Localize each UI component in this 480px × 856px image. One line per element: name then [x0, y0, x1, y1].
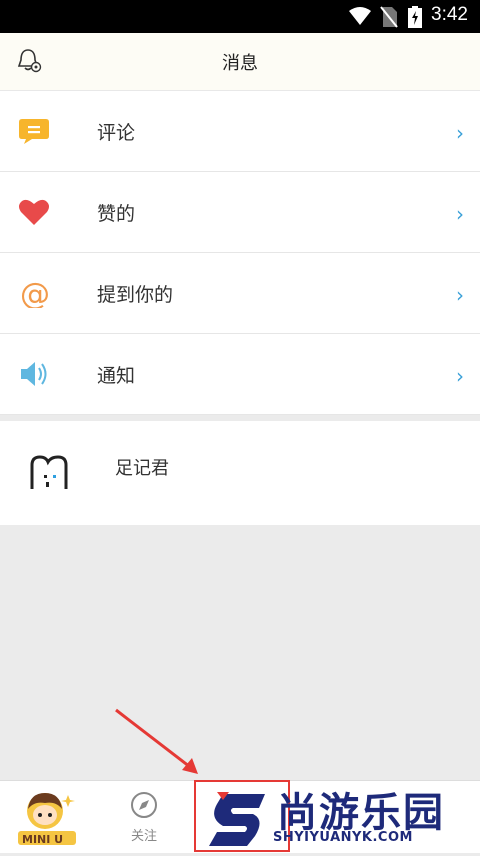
no-sim-icon — [380, 6, 398, 28]
system-account-name: 足记君 — [115, 458, 169, 479]
chevron-right-icon: › — [456, 121, 464, 145]
menu-item-comments[interactable]: 评论 › — [0, 91, 480, 172]
mini-u-label: MINI U — [22, 833, 64, 846]
svg-text:@: @ — [20, 278, 50, 308]
menu-item-label: 赞的 — [97, 203, 136, 225]
watermark-logo — [209, 792, 265, 846]
tab-follow-label: 关注 — [130, 829, 157, 844]
status-time: 3:42 — [431, 4, 468, 25]
system-account-row[interactable]: 足记君 — [0, 421, 480, 525]
chevron-right-icon: › — [456, 364, 464, 388]
speaker-icon — [18, 359, 50, 389]
status-bar: 3:42 — [0, 0, 480, 33]
menu-item-label: 通知 — [97, 365, 136, 387]
annotation-arrow — [115, 708, 198, 774]
comment-icon — [18, 116, 50, 146]
watermark-url: SHYIYUANYK.COM — [273, 830, 413, 845]
battery-charging-icon — [408, 6, 422, 28]
menu-item-likes[interactable]: 赞的 › — [0, 172, 480, 253]
menu-item-mentions[interactable]: @ 提到你的 › — [0, 253, 480, 334]
menu-item-notifications[interactable]: 通知 › — [0, 334, 480, 415]
menu-item-label: 评论 — [97, 122, 136, 144]
compass-icon — [131, 792, 157, 818]
chevron-right-icon: › — [456, 202, 464, 226]
tab-mini-u[interactable]: MINI U — [14, 787, 80, 849]
message-menu: 评论 › 赞的 › @ 提到你的 › 通知 › — [0, 91, 480, 415]
heart-icon — [18, 197, 50, 227]
chevron-right-icon: › — [456, 283, 464, 307]
menu-item-label: 提到你的 — [97, 284, 174, 306]
system-avatar — [24, 447, 76, 499]
header: 消息 — [0, 33, 480, 91]
watermark: 尚游乐园 SHYIYUANYK.COM — [203, 780, 480, 852]
page-title: 消息 — [222, 53, 258, 74]
wifi-icon — [349, 7, 371, 25]
at-icon: @ — [18, 277, 50, 312]
tab-follow[interactable]: 关注 — [120, 791, 168, 847]
